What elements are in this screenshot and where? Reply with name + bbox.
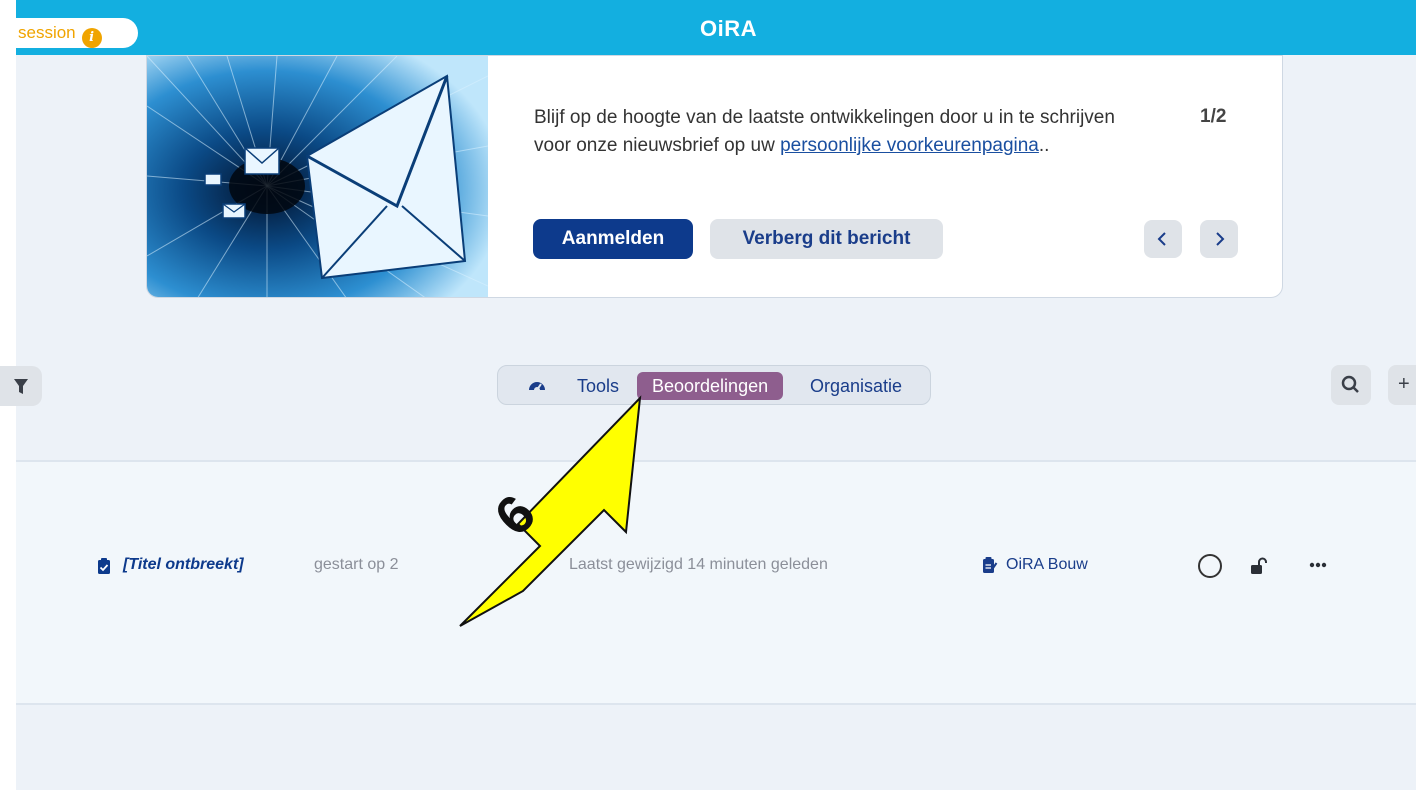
tab-bar: Tools Beoordelingen Organisatie [497,365,931,405]
assessment-started: gestart op 2 [314,556,399,573]
list-divider-bottom [16,703,1416,705]
session-label: session [18,23,76,42]
complete-toggle[interactable] [1198,554,1222,578]
tab-beoordelingen[interactable]: Beoordelingen [637,372,784,400]
unlock-icon[interactable] [1250,557,1270,575]
message-end: .. [1038,135,1050,156]
tab-organisatie[interactable]: Organisatie [810,372,902,400]
plus-icon: + [1398,373,1410,395]
chevron-right-icon [1216,232,1225,246]
subscribe-button[interactable]: Aanmelden [533,219,693,259]
assessment-modified: Laatst gewijzigd 14 minuten geleden [569,556,828,573]
chevron-left-icon [1157,232,1166,246]
newsletter-banner: Blijf op de hoogte van de laatste ontwik… [146,55,1283,298]
add-button[interactable]: + [1388,365,1416,405]
info-icon: i [81,28,102,48]
clipboard-check-icon [98,558,110,574]
filter-button[interactable] [0,366,42,406]
tab-tools[interactable]: Tools [577,372,619,400]
newsletter-message: Blijf op de hoogte van de laatste ontwik… [534,104,1134,160]
email-tunnel-image [147,56,488,297]
more-options-icon[interactable] [1309,561,1329,569]
preferences-link[interactable]: persoonlijke voorkeurenpagina [780,135,1039,156]
tool-icon [983,557,998,573]
previous-button[interactable] [1144,220,1182,258]
filter-icon [14,379,28,394]
search-button[interactable] [1331,365,1371,405]
hide-message-button[interactable]: Verberg dit bericht [710,219,943,259]
brand-logo[interactable]: OiRA [700,16,757,42]
assessment-organisation: OiRA Bouw [1006,556,1088,573]
session-button[interactable]: session i [0,18,138,48]
banner-pager: 1/2 [1200,106,1227,127]
dashboard-icon[interactable] [527,376,547,396]
table-row[interactable] [16,462,1416,703]
assessment-title-link[interactable]: [Titel ontbreekt] [123,556,244,574]
next-button[interactable] [1200,220,1238,258]
search-icon [1341,375,1359,393]
